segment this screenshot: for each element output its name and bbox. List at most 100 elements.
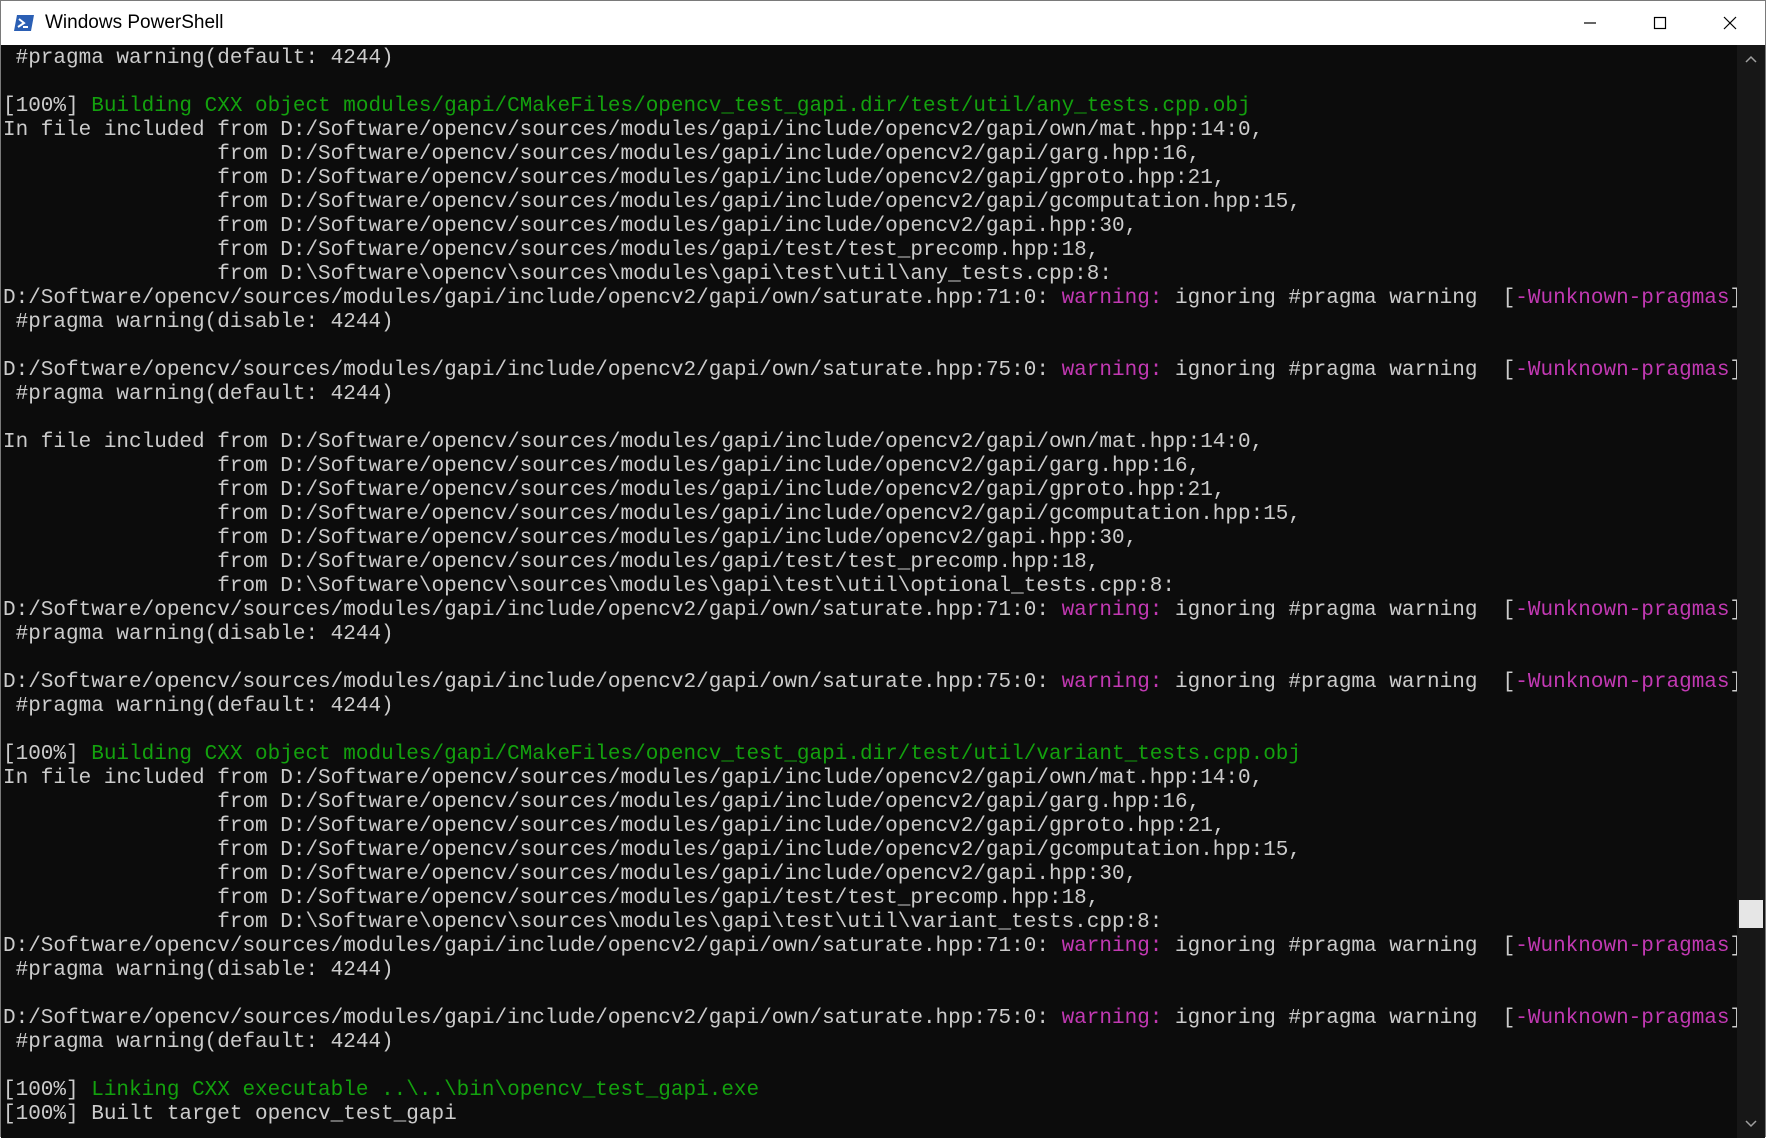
console-text-segment: #pragma warning(default: 4244) — [3, 47, 394, 70]
console-text-segment: from D:\Software\opencv\sources\modules\… — [3, 911, 1163, 934]
console-line: from D:/Software/opencv/sources/modules/… — [3, 551, 1739, 575]
close-button[interactable] — [1695, 1, 1765, 45]
console-line: from D:/Software/opencv/sources/modules/… — [3, 839, 1739, 863]
console-text-segment: #pragma warning(disable: 4244) — [3, 623, 394, 646]
console-text-segment: #pragma warning(disable: 4244) — [3, 311, 394, 334]
console-text-segment: warning: — [1061, 935, 1163, 958]
console-line: D:/Software/opencv/sources/modules/gapi/… — [3, 671, 1739, 695]
console-text-segment: ignoring #pragma warning [ — [1162, 359, 1516, 382]
console-text-segment: from D:/Software/opencv/sources/modules/… — [3, 479, 1226, 502]
console-line: #pragma warning(disable: 4244) — [3, 623, 1739, 647]
maximize-icon — [1653, 16, 1667, 30]
console-text-segment: from D:/Software/opencv/sources/modules/… — [3, 215, 1138, 238]
console-line: #pragma warning(default: 4244) — [3, 695, 1739, 719]
console-line: from D:/Software/opencv/sources/modules/… — [3, 215, 1739, 239]
console-line: D:/Software/opencv/sources/modules/gapi/… — [3, 359, 1739, 383]
scroll-up-button[interactable] — [1737, 45, 1765, 73]
console-text-segment: In file included from D:/Software/opencv… — [3, 767, 1264, 790]
console-text-segment: from D:/Software/opencv/sources/modules/… — [3, 839, 1302, 862]
console-text-segment: D:/Software/opencv/sources/modules/gapi/… — [3, 599, 1062, 622]
console-text-segment: -Wunknown-pragmas — [1515, 1007, 1730, 1030]
console-line: [100%] Linking CXX executable ..\..\bin\… — [3, 1079, 1739, 1103]
console-text-segment: D:/Software/opencv/sources/modules/gapi/… — [3, 1007, 1062, 1030]
console-line: #pragma warning(disable: 4244) — [3, 959, 1739, 983]
console-line: In file included from D:/Software/opencv… — [3, 767, 1739, 791]
console-line: from D:/Software/opencv/sources/modules/… — [3, 455, 1739, 479]
console-line: D:/Software/opencv/sources/modules/gapi/… — [3, 935, 1739, 959]
console-text-segment: from D:/Software/opencv/sources/modules/… — [3, 791, 1201, 814]
console-text-segment: from D:/Software/opencv/sources/modules/… — [3, 167, 1226, 190]
console-text-segment: Building CXX object modules/gapi/CMakeFi… — [91, 743, 1302, 766]
console-line: from D:/Software/opencv/sources/modules/… — [3, 791, 1739, 815]
scroll-down-button[interactable] — [1737, 1110, 1765, 1138]
console-line: from D:/Software/opencv/sources/modules/… — [3, 527, 1739, 551]
console-text-segment: from D:/Software/opencv/sources/modules/… — [3, 887, 1100, 910]
console-line: #pragma warning(disable: 4244) — [3, 311, 1739, 335]
console-text-segment: ignoring #pragma warning [ — [1162, 599, 1516, 622]
console-text-segment: from D:\Software\opencv\sources\modules\… — [3, 263, 1112, 286]
console-text-segment: #pragma warning(default: 4244) — [3, 1031, 394, 1054]
console-text-segment: #pragma warning(default: 4244) — [3, 695, 394, 718]
window-title: Windows PowerShell — [45, 12, 224, 33]
console-line: D:/Software/opencv/sources/modules/gapi/… — [3, 1007, 1739, 1031]
powershell-window: Windows PowerShell #pragma warning(defau… — [0, 0, 1766, 1138]
console-text-segment: -Wunknown-pragmas — [1515, 599, 1730, 622]
console-text-segment: warning: — [1061, 359, 1163, 382]
console-text-segment: from D:/Software/opencv/sources/modules/… — [3, 143, 1201, 166]
console-line: [100%] Building CXX object modules/gapi/… — [3, 95, 1739, 119]
console-text-segment: from D:/Software/opencv/sources/modules/… — [3, 239, 1100, 262]
chevron-up-icon — [1745, 55, 1757, 63]
maximize-button[interactable] — [1625, 1, 1695, 45]
console-line: from D:/Software/opencv/sources/modules/… — [3, 887, 1739, 911]
console-line: from D:/Software/opencv/sources/modules/… — [3, 191, 1739, 215]
console-text-segment: from D:/Software/opencv/sources/modules/… — [3, 527, 1138, 550]
console-text-segment: from D:/Software/opencv/sources/modules/… — [3, 863, 1138, 886]
console-text-segment: #pragma warning(default: 4244) — [3, 383, 394, 406]
chevron-down-icon — [1745, 1120, 1757, 1128]
console-text-segment: warning: — [1061, 599, 1163, 622]
console-output[interactable]: #pragma warning(default: 4244) [100%] Bui… — [1, 45, 1739, 1138]
console-text-segment: D:/Software/opencv/sources/modules/gapi/… — [3, 935, 1062, 958]
minimize-button[interactable] — [1555, 1, 1625, 45]
scrollbar-thumb[interactable] — [1739, 900, 1763, 929]
console-line: from D:\Software\opencv\sources\modules\… — [3, 911, 1739, 935]
title-bar[interactable]: Windows PowerShell — [1, 1, 1765, 45]
console-text-segment: -Wunknown-pragmas — [1515, 671, 1730, 694]
powershell-icon — [14, 15, 34, 31]
console-line: from D:/Software/opencv/sources/modules/… — [3, 167, 1739, 191]
console-text-segment: D:/Software/opencv/sources/modules/gapi/… — [3, 359, 1062, 382]
console-text-segment: [100%] — [3, 743, 92, 766]
console-line: [100%] Built target opencv_test_gapi — [3, 1103, 1739, 1127]
console-text-segment: warning: — [1061, 287, 1163, 310]
console-line: from D:\Software\opencv\sources\modules\… — [3, 263, 1739, 287]
vertical-scrollbar[interactable] — [1737, 45, 1765, 1138]
console-text-segment: from D:/Software/opencv/sources/modules/… — [3, 191, 1302, 214]
console-text-segment: -Wunknown-pragmas — [1515, 287, 1730, 310]
console-line: from D:/Software/opencv/sources/modules/… — [3, 479, 1739, 503]
console-line: D:/Software/opencv/sources/modules/gapi/… — [3, 599, 1739, 623]
console-lines: #pragma warning(default: 4244) [100%] Bui… — [3, 47, 1739, 1127]
console-line: In file included from D:/Software/opencv… — [3, 119, 1739, 143]
console-line: In file included from D:/Software/opencv… — [3, 431, 1739, 455]
minimize-icon — [1584, 22, 1596, 24]
console-text-segment: from D:/Software/opencv/sources/modules/… — [3, 503, 1302, 526]
console-text-segment: [100%] Built target opencv_test_gapi — [3, 1103, 457, 1126]
console-text-segment: warning: — [1061, 1007, 1163, 1030]
console-text-segment: from D:/Software/opencv/sources/modules/… — [3, 815, 1226, 838]
console-line: from D:/Software/opencv/sources/modules/… — [3, 863, 1739, 887]
console-line: from D:/Software/opencv/sources/modules/… — [3, 503, 1739, 527]
console-text-segment: In file included from D:/Software/opencv… — [3, 431, 1264, 454]
console-text-segment: -Wunknown-pragmas — [1515, 935, 1730, 958]
console-text-segment: D:/Software/opencv/sources/modules/gapi/… — [3, 287, 1062, 310]
console-text-segment: Linking CXX executable ..\..\bin\opencv_… — [91, 1079, 760, 1102]
console-text-segment: ignoring #pragma warning [ — [1162, 935, 1516, 958]
console-text-segment: ignoring #pragma warning [ — [1162, 1007, 1516, 1030]
console-line: from D:\Software\opencv\sources\modules\… — [3, 575, 1739, 599]
console-text-segment: In file included from D:/Software/opencv… — [3, 119, 1264, 142]
